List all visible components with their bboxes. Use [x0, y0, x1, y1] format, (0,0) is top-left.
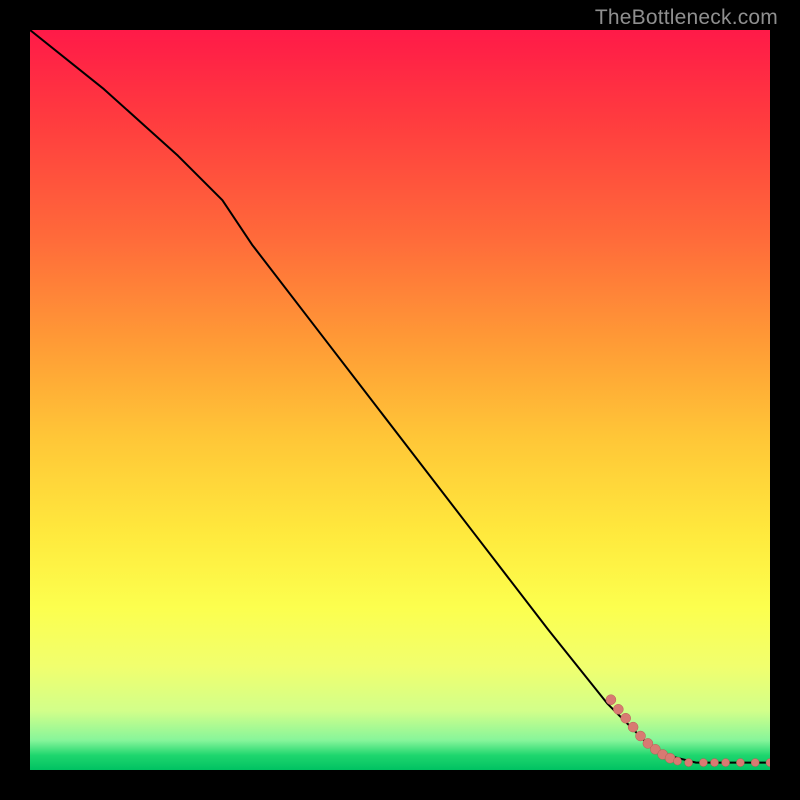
- data-marker: [636, 731, 646, 741]
- data-markers: [606, 695, 770, 767]
- data-marker: [751, 759, 759, 767]
- chart-frame: TheBottleneck.com: [0, 0, 800, 800]
- watermark-text: TheBottleneck.com: [595, 6, 778, 30]
- chart-svg: [30, 30, 770, 770]
- data-marker: [628, 722, 638, 732]
- plot-area: [30, 30, 770, 770]
- data-marker: [685, 759, 693, 767]
- data-marker: [699, 759, 707, 767]
- data-marker: [766, 759, 770, 767]
- curve-line: [30, 30, 770, 763]
- data-marker: [674, 757, 682, 765]
- data-marker: [736, 759, 744, 767]
- data-marker: [613, 704, 623, 714]
- data-marker: [722, 759, 730, 767]
- data-marker: [606, 695, 616, 705]
- data-marker: [621, 713, 631, 723]
- data-marker: [711, 759, 719, 767]
